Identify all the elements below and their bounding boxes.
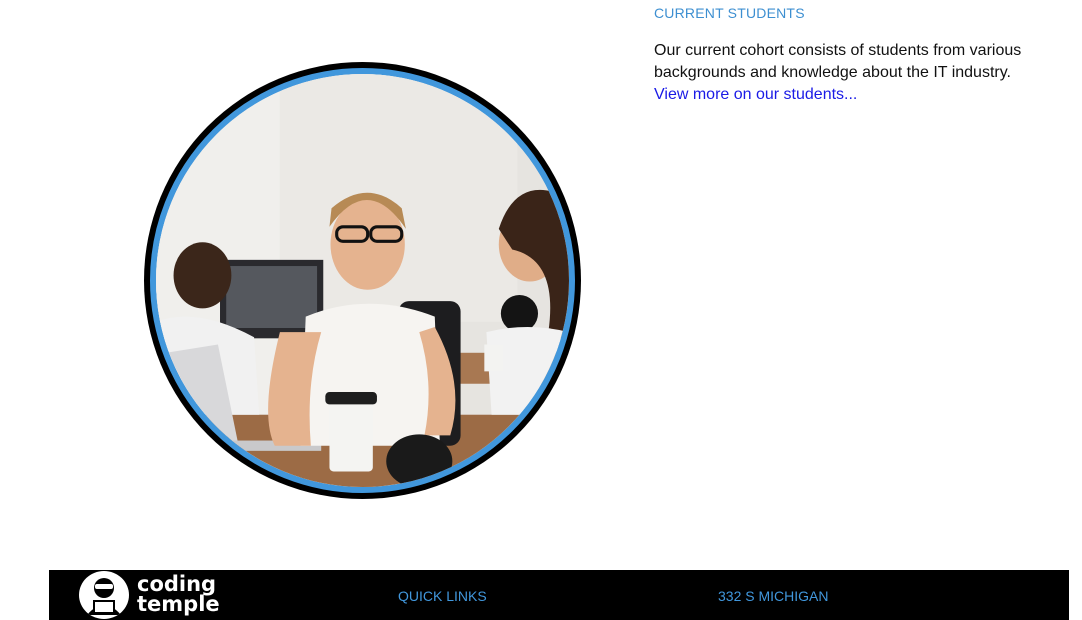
address-heading: 332 S MICHIGAN <box>718 588 829 604</box>
students-photo <box>150 68 575 493</box>
site-footer: coding temple QUICK LINKS 332 S MICHIGAN <box>49 570 1069 620</box>
current-students-heading: CURRENT STUDENTS <box>654 5 805 21</box>
logo-wordmark: coding temple <box>137 572 220 616</box>
current-students-description: Our current cohort consists of students … <box>654 42 1022 81</box>
view-students-link[interactable]: View more on our students... <box>654 84 1054 106</box>
coding-temple-logo[interactable]: coding temple <box>79 570 229 620</box>
logo-line-temple: temple <box>137 592 220 616</box>
logo-line-coding: coding <box>137 572 217 596</box>
coder-mascot-icon <box>79 571 129 619</box>
current-students-text-block: Our current cohort consists of students … <box>654 40 1054 106</box>
students-photo-frame <box>144 62 581 499</box>
students-photo-image <box>156 74 569 487</box>
quick-links-heading: QUICK LINKS <box>398 588 487 604</box>
